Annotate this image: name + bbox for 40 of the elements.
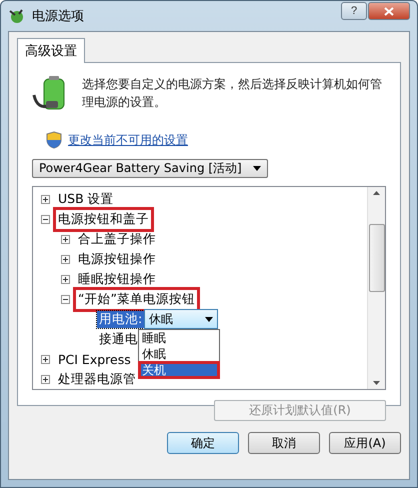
tree-item[interactable]: 处理器电源管 bbox=[56, 370, 138, 388]
caret-icon bbox=[253, 166, 261, 171]
tree-item[interactable]: 电源按钮操作 bbox=[76, 250, 158, 268]
shield-icon bbox=[46, 131, 62, 149]
close-button[interactable] bbox=[368, 2, 410, 20]
expand-icon[interactable] bbox=[41, 374, 50, 384]
dialog-button[interactable]: 确定 bbox=[167, 432, 239, 454]
expand-icon[interactable] bbox=[41, 354, 50, 364]
help-button[interactable]: ? bbox=[341, 2, 367, 20]
setting-dropdown[interactable]: 休眠 bbox=[144, 309, 218, 329]
scroll-up-icon[interactable] bbox=[373, 191, 380, 195]
tree-item[interactable]: 合上盖子操作 bbox=[76, 230, 158, 248]
caret-icon bbox=[205, 316, 214, 322]
power-plug-icon bbox=[8, 8, 26, 24]
tree-item[interactable]: 睡眠按钮操作 bbox=[76, 270, 158, 288]
dropdown-option[interactable]: 休眠 bbox=[139, 346, 220, 362]
expand-icon[interactable] bbox=[61, 234, 70, 244]
tree-item[interactable]: PCI Express bbox=[56, 350, 133, 368]
expand-icon[interactable] bbox=[41, 194, 50, 204]
collapse-icon[interactable] bbox=[61, 294, 70, 304]
scrollbar-thumb[interactable] bbox=[368, 224, 384, 292]
tab[interactable]: 高级设置 bbox=[17, 38, 85, 63]
dropdown-option[interactable]: 睡眠 bbox=[139, 330, 220, 346]
expand-icon[interactable] bbox=[61, 274, 70, 284]
scroll-down-icon[interactable] bbox=[373, 381, 380, 385]
dialog-button[interactable]: 取消 bbox=[248, 432, 320, 454]
expand-icon[interactable] bbox=[61, 254, 70, 264]
change-settings-link[interactable]: 更改当前不可用的设置 bbox=[68, 132, 188, 148]
collapse-icon[interactable] bbox=[41, 214, 50, 224]
setting-label[interactable]: 用电池: bbox=[97, 310, 144, 328]
tree-item[interactable]: USB 设置 bbox=[56, 190, 116, 208]
intro-text: 选择您要自定义的电源方案，然后选择反映计算机如何管理电源的设置。 bbox=[82, 76, 382, 111]
tree-item[interactable]: “开始”菜单电源按钮 bbox=[76, 290, 197, 308]
close-icon bbox=[384, 6, 394, 16]
dialog-button[interactable]: 应用(A) bbox=[329, 432, 401, 454]
window-title: 电源选项 bbox=[32, 8, 85, 25]
setting-label[interactable]: 接通电 bbox=[97, 330, 140, 348]
tree-item[interactable]: 电源按钮和盖子 bbox=[56, 210, 151, 228]
power-plan-dropdown[interactable]: Power4Gear Battery Saving [活动] bbox=[32, 159, 268, 178]
dropdown-option[interactable]: 关机 bbox=[139, 362, 220, 378]
